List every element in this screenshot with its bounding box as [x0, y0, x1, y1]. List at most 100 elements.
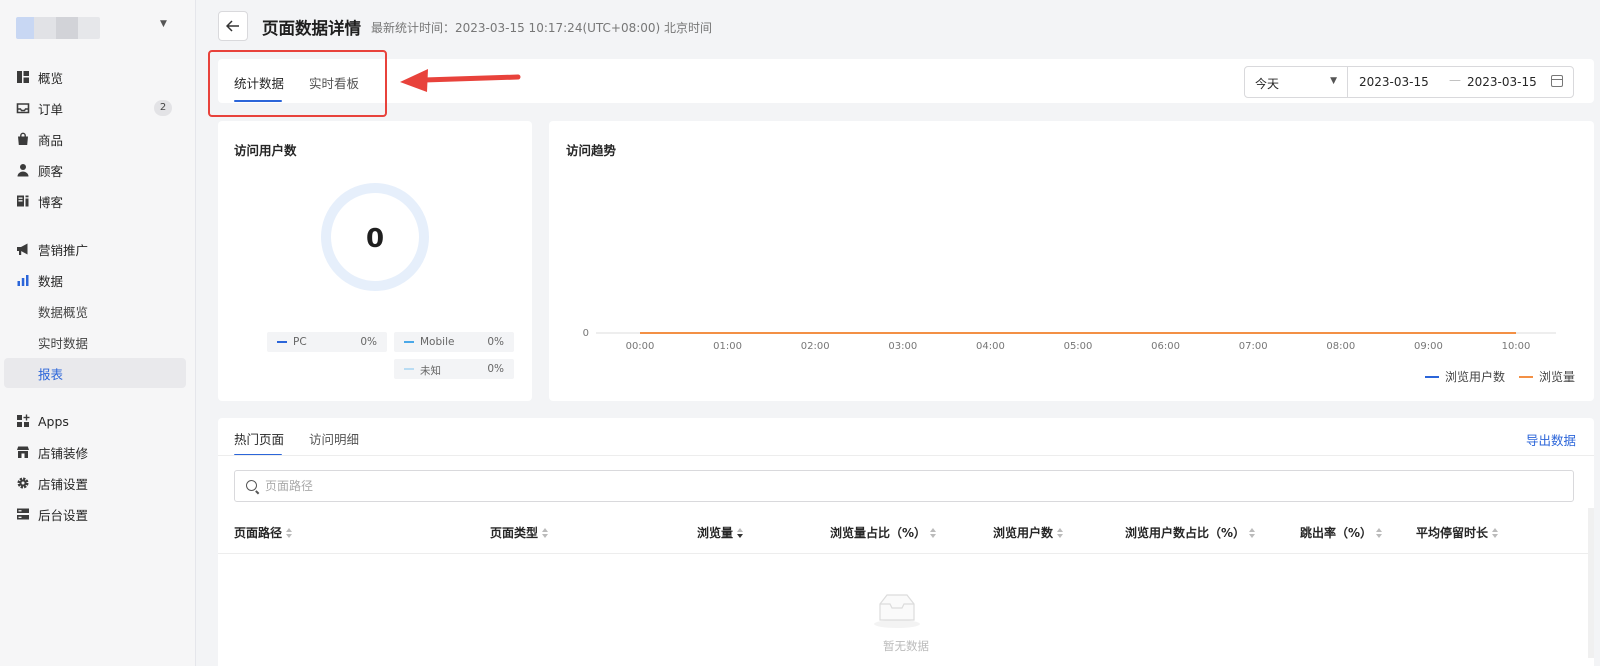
sort-icon[interactable] — [1057, 527, 1065, 538]
calendar-icon[interactable] — [1551, 75, 1563, 87]
sort-icon[interactable] — [1249, 527, 1257, 538]
tab-hot-pages[interactable]: 热门页面 — [234, 429, 284, 448]
megaphone-icon — [16, 242, 30, 256]
empty-box-icon — [874, 594, 920, 628]
sidebar: ▼ 概览 订单 2 商品 顾客 博客 营销推广 数据 数据概览 实时数据 报表 … — [0, 0, 196, 666]
column-header-pageviews[interactable]: 浏览量 — [697, 524, 745, 541]
sidebar-item-label: Apps — [38, 413, 69, 429]
back-button[interactable] — [218, 11, 248, 41]
annotation-arrow-icon — [400, 69, 521, 92]
sidebar-item-apps[interactable]: Apps — [4, 406, 186, 436]
x-tick-label: 06:00 — [1151, 341, 1180, 352]
sidebar-item-blog[interactable]: 博客 — [4, 186, 186, 216]
sidebar-item-customers[interactable]: 顾客 — [4, 155, 186, 185]
sidebar-item-label: 商品 — [38, 132, 64, 148]
start-date-input[interactable]: 2023-03-15 — [1359, 75, 1429, 89]
order-count-badge: 2 — [154, 100, 172, 116]
sidebar-item-label: 订单 — [38, 101, 64, 117]
last-updated-time: 最新统计时间：2023-03-15 10:17:24(UTC+08:00) 北京… — [371, 21, 713, 35]
sidebar-item-reports[interactable]: 报表 — [4, 358, 186, 388]
vertical-scrollbar[interactable] — [1588, 508, 1594, 658]
visitors-card-title: 访问用户数 — [234, 143, 297, 158]
apps-icon — [16, 414, 30, 428]
sidebar-item-label: 店铺装修 — [38, 445, 89, 461]
sidebar-item-label: 数据概览 — [38, 304, 89, 320]
table-header-divider — [218, 553, 1594, 554]
x-tick-label: 08:00 — [1326, 341, 1355, 352]
sidebar-item-label: 店铺设置 — [38, 476, 89, 492]
date-separator: — — [1449, 73, 1461, 87]
sort-icon[interactable] — [930, 527, 938, 538]
column-header-page-path[interactable]: 页面路径 — [234, 524, 294, 541]
sort-icon[interactable] — [286, 527, 294, 538]
column-header-pageview-share[interactable]: 浏览量占比（%） — [830, 524, 938, 541]
sidebar-item-label: 报表 — [38, 366, 64, 382]
column-header-avg-duration[interactable]: 平均停留时长 — [1416, 524, 1500, 541]
sidebar-item-products[interactable]: 商品 — [4, 124, 186, 154]
sidebar-item-store-design[interactable]: 店铺装修 — [4, 437, 186, 467]
legend-percent: 0% — [487, 336, 504, 348]
legend-swatch — [1425, 375, 1439, 378]
search-input[interactable] — [265, 477, 1545, 495]
legend-percent: 0% — [487, 363, 504, 375]
sidebar-item-label: 顾客 — [38, 163, 64, 179]
export-data-link[interactable]: 导出数据 — [1526, 430, 1576, 449]
column-header-visitor-share[interactable]: 浏览用户数占比（%） — [1125, 524, 1257, 541]
sidebar-item-marketing[interactable]: 营销推广 — [4, 234, 186, 264]
visitors-total: 0 — [365, 224, 385, 254]
caret-down-icon: ▼ — [160, 19, 167, 29]
pages-table-card: 热门页面 访问明细 导出数据 页面路径 页面类型 浏览量 浏览量占比（%） 浏览… — [218, 418, 1594, 666]
sort-icon[interactable] — [542, 527, 550, 538]
sort-desc-icon[interactable] — [737, 527, 745, 538]
legend-swatch — [404, 368, 414, 370]
page-title: 页面数据详情 — [262, 19, 361, 38]
sidebar-item-label: 实时数据 — [38, 335, 89, 351]
column-header-bounce-rate[interactable]: 跳出率（%） — [1300, 524, 1384, 541]
trend-line-chart: 0 00:00 01:00 02:00 03:00 04:00 05:00 06:00 07:0… — [583, 328, 1556, 352]
legend-swatch — [1519, 375, 1533, 378]
store-switcher[interactable]: ▼ — [16, 14, 186, 40]
column-header-visitors[interactable]: 浏览用户数 — [993, 524, 1065, 541]
legend-item-visitors[interactable]: 浏览用户数 — [1425, 368, 1505, 385]
date-range-value: 今天 — [1255, 77, 1280, 91]
x-tick-label: 02:00 — [801, 341, 830, 352]
legend-percent: 0% — [360, 336, 377, 348]
server-icon — [16, 507, 30, 521]
page-path-search — [234, 470, 1574, 502]
caret-down-icon: ▼ — [1330, 76, 1337, 86]
dashboard-icon — [16, 70, 30, 84]
sort-icon[interactable] — [1492, 527, 1500, 538]
store-logo — [16, 17, 100, 39]
user-icon — [16, 163, 30, 177]
shopping-bag-icon — [16, 132, 30, 146]
date-range-select[interactable]: 今天 ▼ — [1245, 67, 1348, 97]
sidebar-item-store-settings[interactable]: 店铺设置 — [4, 468, 186, 498]
tab-visit-details[interactable]: 访问明细 — [309, 429, 359, 448]
sidebar-item-data-overview[interactable]: 数据概览 — [4, 296, 186, 326]
sidebar-item-realtime-data[interactable]: 实时数据 — [4, 327, 186, 357]
y-tick-label: 0 — [583, 328, 589, 339]
legend-swatch — [277, 341, 287, 343]
legend-name: 浏览量 — [1539, 370, 1576, 384]
blog-icon — [16, 194, 30, 208]
search-icon — [246, 480, 257, 491]
sidebar-item-orders[interactable]: 订单 2 — [4, 93, 186, 123]
annotation-highlight-box — [208, 50, 387, 117]
x-tick-label: 07:00 — [1239, 341, 1268, 352]
legend-name: 浏览用户数 — [1445, 370, 1506, 384]
column-header-page-type[interactable]: 页面类型 — [490, 524, 550, 541]
legend-item-mobile: Mobile 0% — [394, 332, 514, 352]
legend-name: 未知 — [420, 365, 441, 377]
x-tick-label: 05:00 — [1064, 341, 1093, 352]
end-date-input[interactable]: 2023-03-15 — [1467, 75, 1537, 89]
sidebar-item-overview[interactable]: 概览 — [4, 62, 186, 92]
sort-icon[interactable] — [1376, 527, 1384, 538]
sidebar-item-data[interactable]: 数据 — [4, 265, 186, 295]
x-tick-label: 03:00 — [888, 341, 917, 352]
legend-item-pageviews[interactable]: 浏览量 — [1519, 368, 1575, 385]
sidebar-item-label: 博客 — [38, 194, 64, 210]
visitors-card: 访问用户数 0 PC 0% Mobile 0% 未知 0% — [218, 121, 532, 401]
sidebar-item-label: 营销推广 — [38, 242, 89, 258]
legend-name: PC — [293, 336, 307, 348]
sidebar-item-admin-settings[interactable]: 后台设置 — [4, 499, 186, 529]
